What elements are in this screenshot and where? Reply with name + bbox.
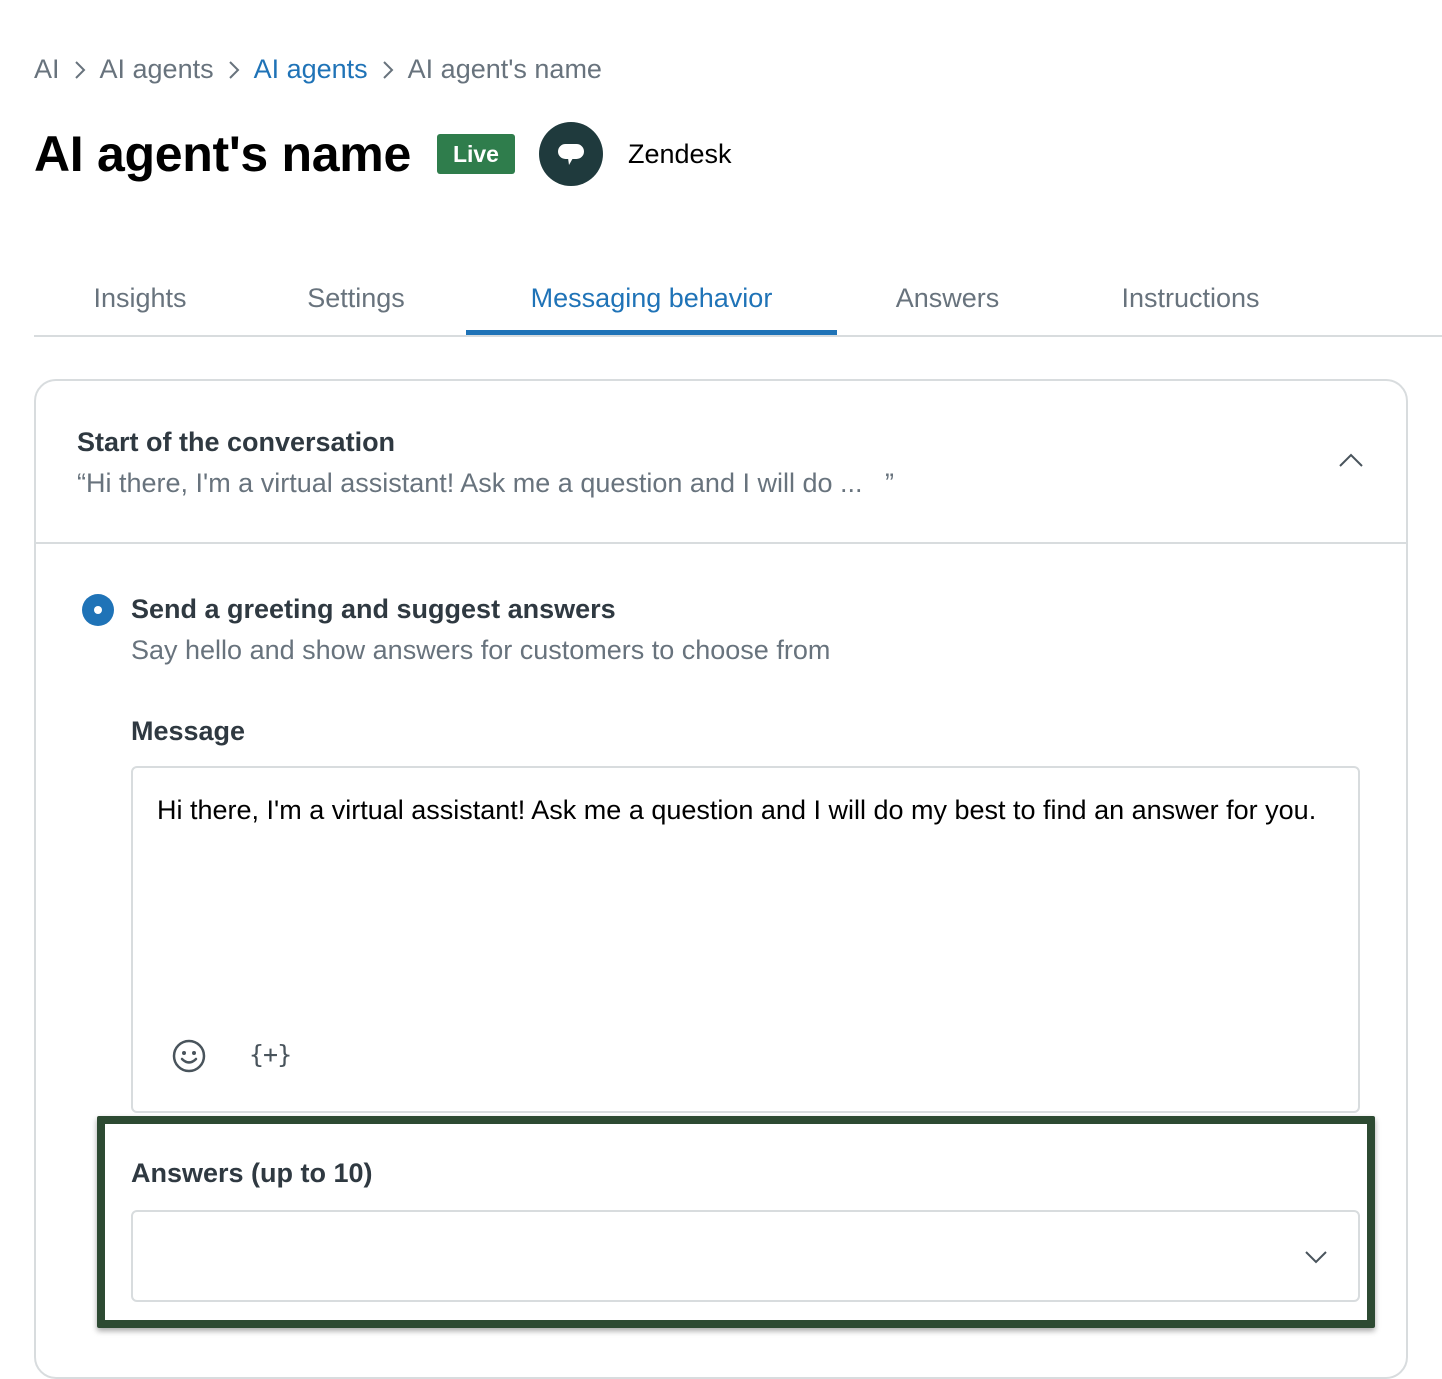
chevron-right-icon [60, 59, 100, 81]
message-label: Message [131, 716, 246, 746]
breadcrumb: AI AI agents AI agents AI agent's name [34, 54, 602, 85]
answers-select[interactable] [131, 1210, 1360, 1302]
placeholder-insert-button[interactable]: {+} [249, 1040, 292, 1069]
section-summary: “Hi there, I'm a virtual assistant! Ask … [77, 468, 894, 498]
breadcrumb-ai-agents-link[interactable]: AI agents [254, 54, 368, 85]
tab-list: Insights Settings Messaging behavior Ans… [34, 262, 1442, 337]
greeting-option-radio[interactable] [82, 594, 114, 626]
tab-instructions[interactable]: Instructions [1058, 262, 1323, 335]
tab-messaging-behavior[interactable]: Messaging behavior [466, 262, 837, 335]
breadcrumb-ai[interactable]: AI [34, 54, 60, 85]
option-title[interactable]: Send a greeting and suggest answers [131, 594, 616, 625]
radio-dot [94, 606, 102, 614]
chevron-down-icon[interactable] [1304, 1242, 1330, 1272]
section-header[interactable]: Start of the conversation “Hi there, I'm… [36, 381, 1406, 544]
chevron-up-icon[interactable] [1336, 445, 1366, 475]
breadcrumb-ai-agents[interactable]: AI agents [100, 54, 214, 85]
page-header: AI agent's name Live Zendesk [34, 120, 732, 188]
channel-name: Zendesk [627, 138, 732, 169]
tab-insights[interactable]: Insights [34, 262, 246, 335]
speech-bubble-icon [557, 144, 584, 165]
message-textarea[interactable]: Hi there, I'm a virtual assistant! Ask m… [131, 766, 1360, 1113]
emoji-icon[interactable] [171, 1038, 207, 1074]
tab-settings[interactable]: Settings [246, 262, 466, 335]
page-title: AI agent's name [34, 126, 411, 182]
section-title: Start of the conversation [77, 427, 396, 457]
answers-label: Answers (up to 10) [131, 1158, 373, 1188]
status-badge: Live [436, 134, 515, 174]
chevron-right-icon [214, 59, 254, 81]
message-text[interactable]: Hi there, I'm a virtual assistant! Ask m… [157, 792, 1327, 828]
chevron-right-icon [368, 59, 408, 81]
breadcrumb-current: AI agent's name [407, 54, 602, 84]
option-description: Say hello and show answers for customers… [131, 635, 831, 665]
tab-answers[interactable]: Answers [837, 262, 1058, 335]
avatar [538, 122, 603, 186]
